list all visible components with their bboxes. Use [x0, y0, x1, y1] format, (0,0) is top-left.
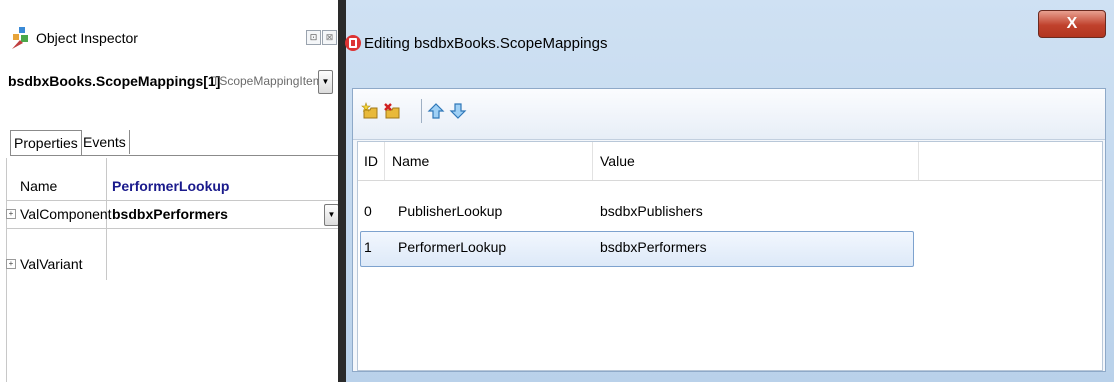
header-divider: [358, 180, 1102, 181]
move-down-icon[interactable]: [449, 102, 467, 120]
tab-divider: [10, 155, 340, 156]
property-row-name[interactable]: Name PerformerLookup: [6, 172, 340, 201]
expand-icon[interactable]: +: [6, 209, 16, 219]
editor-client-area: ID Name Value 0 PublisherLookup bsdbxPub…: [352, 88, 1106, 372]
row-value: bsdbxPerformers: [600, 239, 707, 255]
delete-icon[interactable]: [383, 102, 401, 120]
property-row-valvariant[interactable]: + ValVariant: [6, 250, 340, 278]
panel-close-icon[interactable]: ⊠: [322, 30, 337, 45]
window-title: Editing bsdbxBooks.ScopeMappings: [364, 35, 608, 52]
column-header-value[interactable]: Value: [594, 142, 919, 180]
row-id: 0: [364, 203, 372, 219]
tab-properties[interactable]: Properties: [10, 130, 82, 155]
add-new-icon[interactable]: [361, 102, 379, 120]
toolbar-separator: [421, 99, 422, 123]
row-value: bsdbxPublishers: [600, 203, 703, 219]
app-icon: [345, 35, 361, 51]
object-inspector-icon: [12, 27, 28, 49]
property-value[interactable]: PerformerLookup: [112, 178, 229, 194]
window-close-button[interactable]: X: [1038, 10, 1106, 38]
object-inspector-title: Object Inspector: [36, 30, 138, 46]
selected-object-name: bsdbxBooks.ScopeMappings[1]: [8, 73, 221, 89]
column-header-id[interactable]: ID: [364, 142, 385, 180]
property-name: Name: [20, 178, 58, 194]
mappings-list[interactable]: ID Name Value 0 PublisherLookup bsdbxPub…: [357, 141, 1103, 371]
object-inspector-titlebar: Object Inspector ⊡ ⊠: [0, 22, 340, 62]
property-name: ValVariant: [20, 256, 83, 272]
move-up-icon[interactable]: [427, 102, 445, 120]
expand-icon[interactable]: +: [6, 259, 16, 269]
object-inspector-panel: Object Inspector ⊡ ⊠ bsdbxBooks.ScopeMap…: [0, 0, 340, 382]
property-value[interactable]: bsdbxPerformers: [112, 206, 228, 222]
chevron-down-icon[interactable]: ▼: [324, 204, 339, 226]
pin-icon[interactable]: ⊡: [306, 30, 321, 45]
property-row-valcomponent[interactable]: + ValComponent bsdbxPerformers ▼: [6, 200, 340, 229]
collection-editor-window: Editing bsdbxBooks.ScopeMappings X ID Na…: [345, 0, 1114, 382]
object-selector-combo[interactable]: bsdbxBooks.ScopeMappings[1] TScopeMappin…: [0, 66, 340, 96]
chevron-down-icon[interactable]: ▼: [318, 70, 333, 94]
selected-object-type: TScopeMappingItem: [212, 74, 323, 88]
tab-events[interactable]: Events: [80, 130, 130, 154]
row-name: PublisherLookup: [398, 203, 503, 219]
row-name: PerformerLookup: [398, 239, 507, 255]
editor-toolbar: [353, 89, 1105, 140]
window-divider: [338, 0, 346, 382]
row-id: 1: [364, 239, 372, 255]
property-name: ValComponent: [20, 206, 112, 222]
column-header-name[interactable]: Name: [392, 142, 593, 180]
